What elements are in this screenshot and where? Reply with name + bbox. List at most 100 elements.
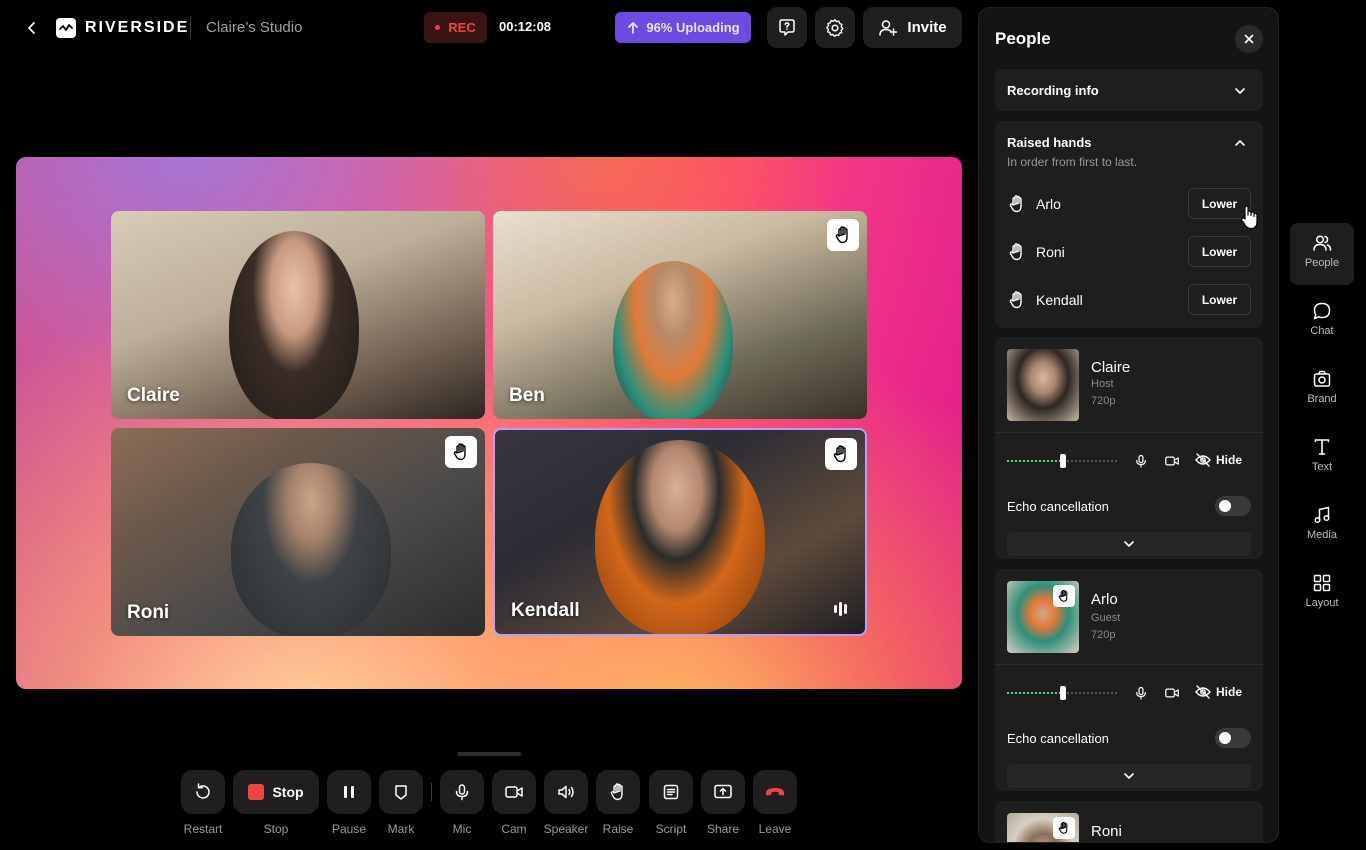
chevron-down-icon [1124,541,1134,547]
participant-role: Host [1091,378,1114,390]
toolbar-drag-handle[interactable] [457,752,521,756]
mic-button[interactable] [440,770,484,814]
hide-participant-button[interactable]: Hide [1195,453,1242,467]
text-icon [1314,439,1330,455]
participant-name: Claire [1091,359,1131,376]
speaker-label: Speaker [543,822,589,836]
script-label: Script [655,822,687,836]
volume-slider[interactable] [1060,454,1066,468]
speaker-icon [558,785,574,799]
close-panel-button[interactable] [1235,25,1263,53]
raised-hand-icon [1009,243,1022,261]
back-button[interactable] [22,18,42,38]
layout-icon [1313,574,1331,592]
camera-icon [505,786,523,798]
tile-name: Ben [509,385,545,406]
restart-label: Restart [183,822,223,836]
raised-hand-icon [835,226,848,244]
rail-label: Brand [1307,393,1337,405]
participant-video [595,440,765,634]
participant-cam-button[interactable] [1160,449,1184,473]
restart-button[interactable] [181,770,225,814]
hide-participant-button[interactable]: Hide [1195,685,1242,699]
rec-badge: REC [424,12,487,43]
raised-hand-row: Kendall Lower [1007,284,1251,316]
participant-mic-button[interactable] [1129,449,1153,473]
volume-level [1007,460,1063,462]
participant-video [229,231,359,419]
rail-brand[interactable]: Brand [1290,359,1354,421]
raise-hand-button[interactable] [596,770,640,814]
script-icon [663,784,679,800]
participant-mic-button[interactable] [1129,681,1153,705]
video-tile-kendall[interactable]: Kendall [493,428,867,636]
script-button[interactable] [649,770,693,814]
stop-icon [248,784,265,800]
rec-dot-icon [435,25,441,30]
help-button[interactable] [767,7,807,48]
stop-button[interactable]: Stop [233,770,319,814]
toolbar-divider [431,783,432,801]
volume-slider[interactable] [1060,686,1066,700]
speaker-button[interactable] [544,770,588,814]
invite-label: Invite [907,19,947,36]
rail-people[interactable]: People [1290,223,1354,285]
invite-button[interactable]: Invite [863,7,962,48]
raised-hand-icon [1058,821,1068,834]
speaking-indicator-icon [834,602,847,616]
arrow-up-icon [628,21,639,34]
mark-button[interactable] [379,770,423,814]
share-button[interactable] [701,770,745,814]
media-icon [1314,506,1330,524]
mic-icon [1136,454,1146,468]
hand-raised-badge [827,219,859,251]
pause-button[interactable] [327,770,371,814]
raised-hand-icon [1009,291,1022,309]
echo-cancellation-toggle[interactable] [1215,728,1251,748]
volume-level [1007,692,1063,694]
video-tile-roni[interactable]: Roni [111,428,485,636]
riverside-logo-icon [56,18,76,38]
upload-status-button[interactable]: 96% Uploading [615,12,751,43]
stop-button-label: Stop [272,784,304,800]
chevron-left-icon [28,22,35,34]
rail-label: Media [1307,529,1337,541]
raised-hands-title: Raised hands [1007,135,1092,150]
participant-thumbnail [1007,813,1079,842]
hand-raised-badge [1053,817,1075,839]
volume-track [1063,460,1119,462]
expand-participant-button[interactable] [1007,532,1251,556]
pause-icon [344,786,354,798]
eye-off-icon [1195,685,1211,699]
upload-label: 96% Uploading [646,20,740,35]
raised-hand-row: Roni Lower [1007,236,1251,268]
expand-participant-button[interactable] [1007,764,1251,788]
raise-label: Raise [602,822,634,836]
recording-info-title: Recording info [1007,83,1099,98]
lower-hand-button[interactable]: Lower [1188,236,1251,267]
recording-info-section[interactable]: Recording info [995,69,1263,111]
echo-cancellation-toggle[interactable] [1215,496,1251,516]
rail-layout[interactable]: Layout [1290,563,1354,625]
hand-raised-badge [445,436,477,468]
chevron-up-icon[interactable] [1233,136,1247,150]
participant-cam-button[interactable] [1160,681,1184,705]
rail-media[interactable]: Media [1290,495,1354,557]
rail-chat[interactable]: Chat [1290,291,1354,353]
video-tile-ben[interactable]: Ben [493,211,867,419]
participant-video [613,261,733,419]
studio-name: Claire’s Studio [206,19,303,36]
lower-hand-button[interactable]: Lower [1188,284,1251,315]
rail-label: Chat [1310,325,1334,337]
hand-pointer-icon [1241,205,1258,230]
people-panel: People Recording info Raised hands In or… [978,7,1279,843]
leave-button[interactable] [753,770,797,814]
hand-raised-badge [1053,585,1075,607]
rail-text[interactable]: Text [1290,427,1354,489]
video-tile-claire[interactable]: Claire [111,211,485,419]
raised-hand-name: Kendall [1036,292,1083,308]
studio-app: RIVERSIDE Claire’s Studio REC 00:12:08 9… [0,0,1366,850]
cam-button[interactable] [492,770,536,814]
participant-card-roni: Roni [995,801,1263,842]
settings-button[interactable] [815,7,855,48]
